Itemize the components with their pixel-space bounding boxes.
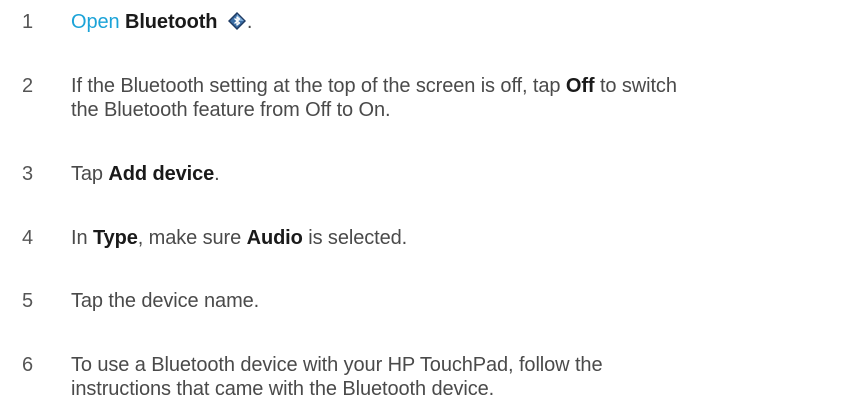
text-line: instructions that came with the Bluetoot… bbox=[71, 378, 495, 400]
text-part: Tap the device name. bbox=[71, 290, 260, 312]
text-line: the Bluetooth feature from Off to On. bbox=[71, 99, 391, 121]
step-number: 3 bbox=[22, 163, 34, 185]
text-part: In bbox=[71, 227, 88, 249]
step-text: In Type, make sure Audio is selected. bbox=[71, 226, 841, 250]
period: . bbox=[246, 11, 253, 33]
instruction-steps: 1 Open Bluetooth . 2 If the Bluetooth se… bbox=[0, 0, 851, 419]
step-number: 5 bbox=[22, 290, 34, 312]
add-device-label: Add device bbox=[108, 163, 215, 185]
audio-label: Audio bbox=[246, 227, 303, 249]
step-text: If the Bluetooth setting at the top of t… bbox=[71, 74, 841, 122]
text-part: Tap bbox=[71, 163, 103, 185]
text-line: To use a Bluetooth device with your HP T… bbox=[71, 354, 603, 376]
off-label: Off bbox=[565, 75, 595, 97]
step-number: 4 bbox=[22, 227, 34, 249]
text-part: to switch bbox=[599, 75, 677, 97]
bluetooth-icon bbox=[227, 12, 246, 30]
open-link[interactable]: Open bbox=[71, 11, 120, 33]
bluetooth-label: Bluetooth bbox=[125, 11, 218, 33]
step-number: 6 bbox=[22, 354, 34, 376]
step-number: 1 bbox=[22, 11, 34, 33]
type-label: Type bbox=[92, 227, 138, 249]
step-text: Open Bluetooth . bbox=[71, 10, 841, 34]
text-part: If the Bluetooth setting at the top of t… bbox=[71, 75, 561, 97]
step-text: Tap Add device. bbox=[71, 162, 841, 186]
period: . bbox=[214, 163, 220, 185]
text-part: is selected. bbox=[308, 227, 408, 249]
step-text: To use a Bluetooth device with your HP T… bbox=[71, 353, 841, 401]
text-part: , make sure bbox=[137, 227, 242, 249]
step-number: 2 bbox=[22, 75, 34, 97]
step-text: Tap the device name. bbox=[71, 289, 841, 313]
